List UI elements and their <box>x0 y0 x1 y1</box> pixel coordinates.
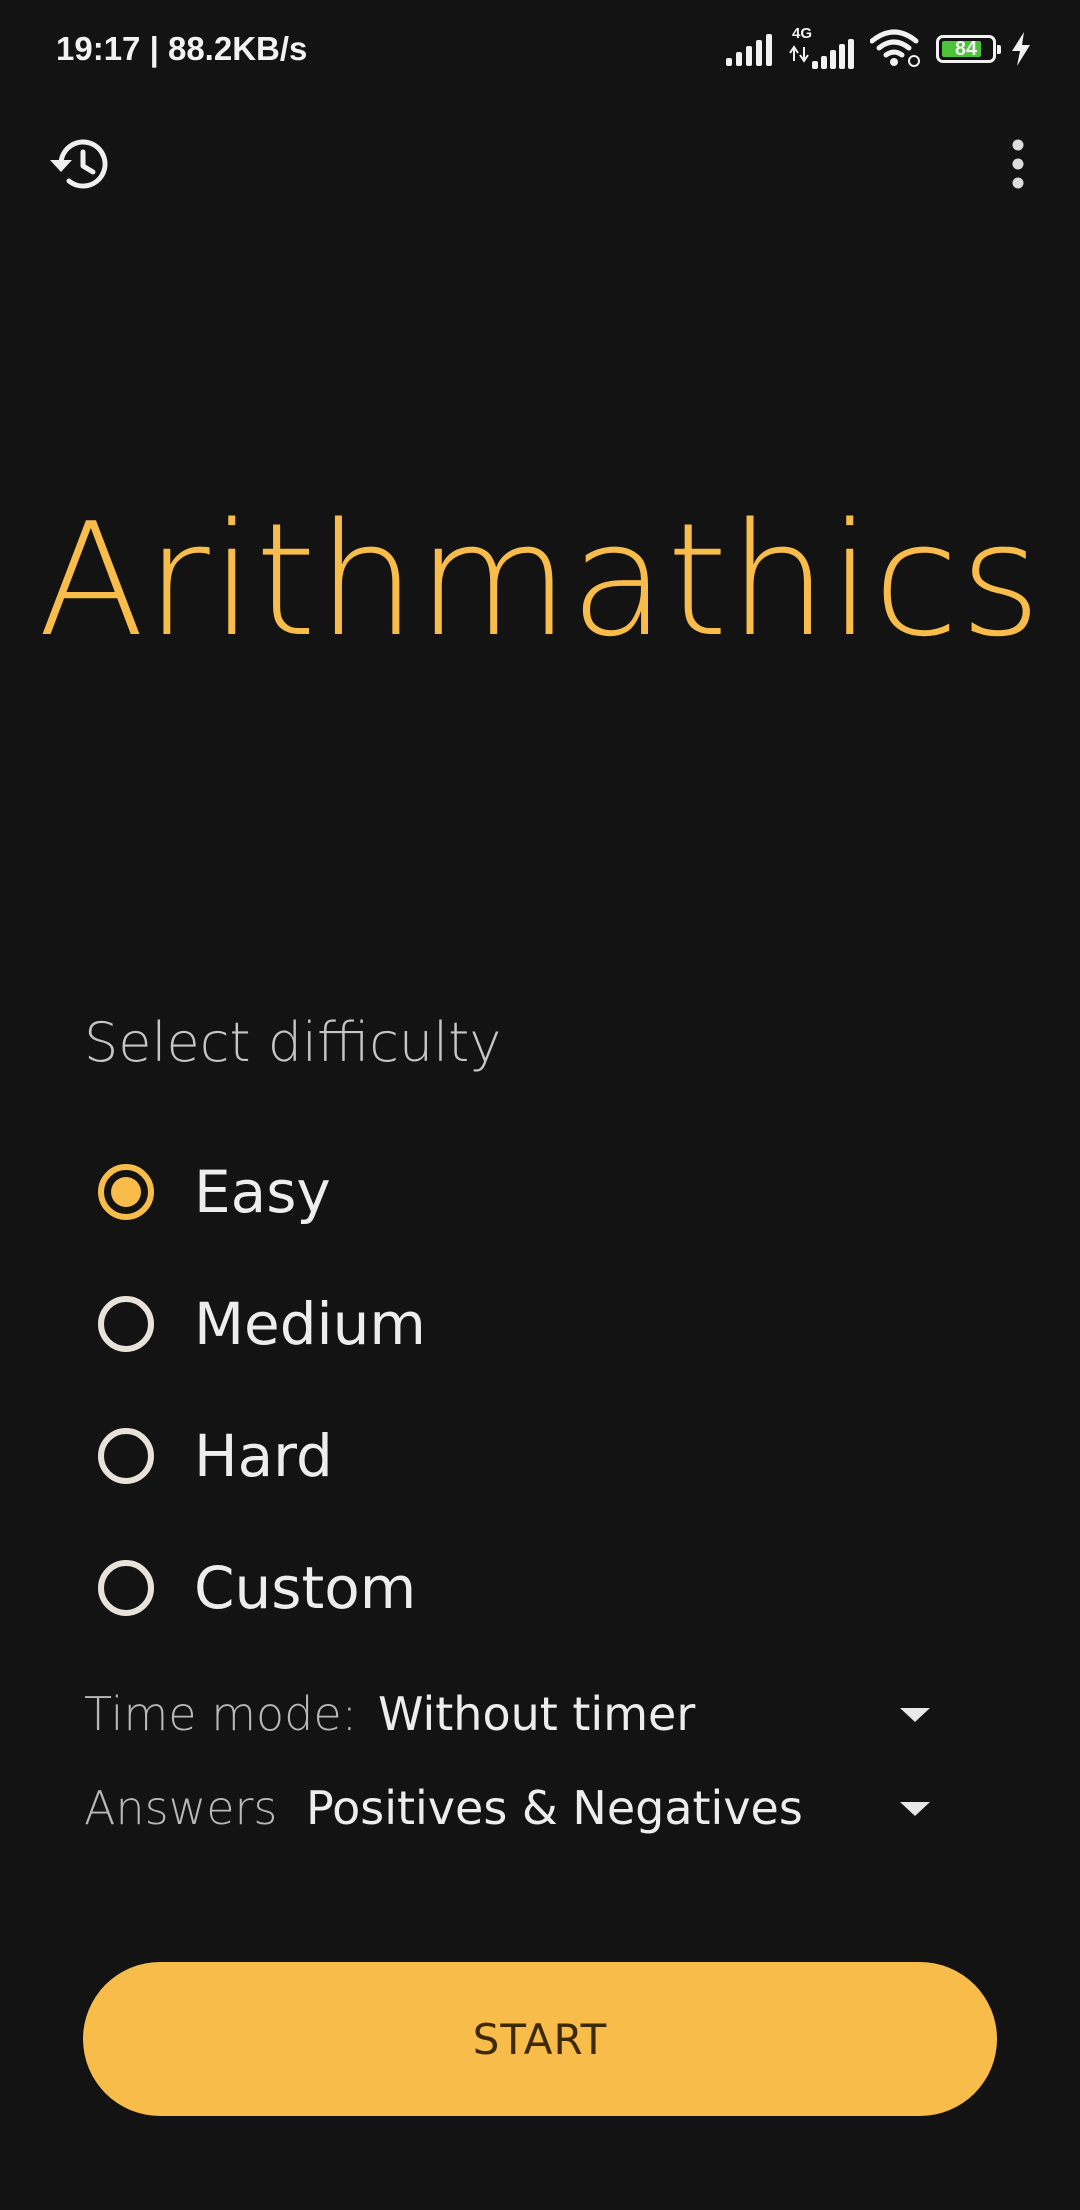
battery-level: 84 <box>954 38 978 60</box>
dropdown-arrow-icon <box>900 1708 930 1722</box>
answers-row: Answers Positives & Negatives <box>84 1768 954 1848</box>
radio-button[interactable] <box>98 1560 154 1616</box>
radio-easy[interactable]: Easy <box>84 1132 984 1252</box>
time-mode-row: Time mode: Without timer <box>84 1674 954 1754</box>
more-vert-icon <box>1012 139 1024 189</box>
answers-dropdown[interactable]: Positives & Negatives <box>306 1768 954 1848</box>
radio-label-hard[interactable]: Hard <box>194 1421 333 1491</box>
radio-label-medium[interactable]: Medium <box>194 1289 426 1359</box>
wifi-icon <box>870 29 920 67</box>
status-icons: 4G 84 <box>724 25 1032 70</box>
answers-value[interactable]: Positives & Negatives <box>306 1778 803 1838</box>
overflow-menu-button[interactable] <box>978 124 1058 204</box>
signal-4g-icon: 4G <box>788 25 856 69</box>
start-button[interactable]: START <box>83 1962 997 2116</box>
radio-medium[interactable]: Medium <box>84 1264 984 1384</box>
history-icon <box>50 139 108 189</box>
history-button[interactable] <box>38 124 118 204</box>
answers-label: Answers <box>84 1781 278 1835</box>
radio-button[interactable] <box>98 1428 154 1484</box>
radio-hard[interactable]: Hard <box>84 1396 984 1516</box>
app-title: Arithmathics <box>37 489 1043 671</box>
radio-custom[interactable]: Custom <box>84 1528 984 1648</box>
time-mode-dropdown[interactable]: Without timer <box>378 1674 954 1754</box>
radio-label-easy[interactable]: Easy <box>194 1157 331 1227</box>
radio-label-custom[interactable]: Custom <box>194 1553 416 1623</box>
time-mode-label: Time mode: <box>84 1687 358 1741</box>
radio-button-checked[interactable] <box>98 1164 154 1220</box>
charging-bolt-icon <box>1012 32 1030 66</box>
radio-button[interactable] <box>98 1296 154 1352</box>
signal-icon <box>726 34 772 66</box>
dropdown-arrow-icon <box>900 1802 930 1816</box>
time-mode-value[interactable]: Without timer <box>378 1684 695 1744</box>
battery-icon: 84 <box>936 35 1001 63</box>
status-time-speed: 19:17 | 88.2KB/s <box>56 30 308 67</box>
difficulty-label: Select difficulty <box>84 1011 502 1074</box>
